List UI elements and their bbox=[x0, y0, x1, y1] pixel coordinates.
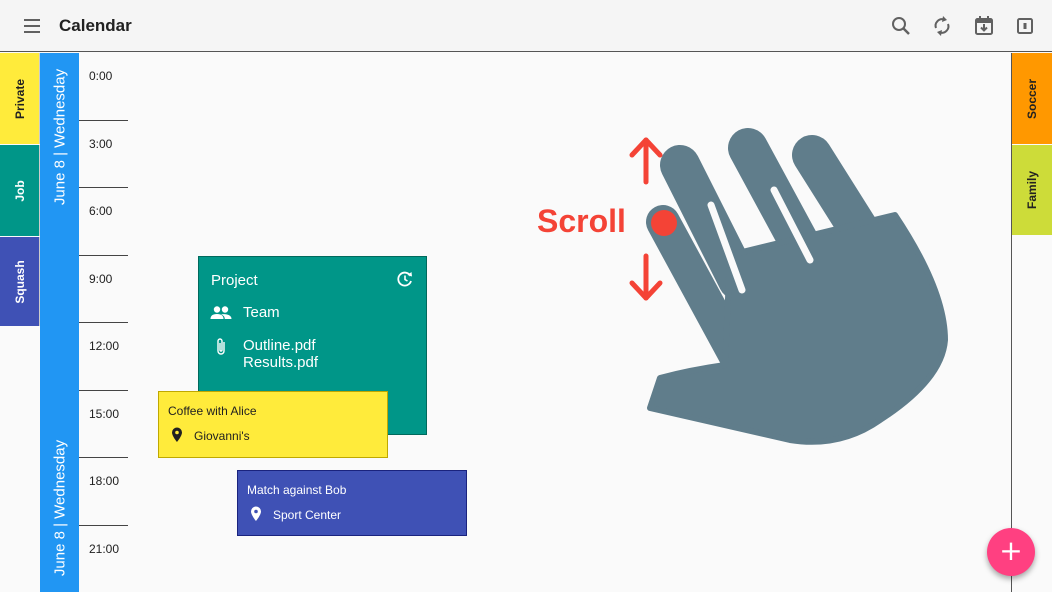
time-label: 9:00 bbox=[89, 272, 113, 286]
calendar-app: Calendar Private Job Squash June 8 | Wed… bbox=[0, 0, 1052, 592]
time-divider bbox=[79, 187, 128, 188]
time-divider bbox=[79, 120, 128, 121]
add-event-button[interactable]: + bbox=[987, 528, 1035, 576]
event-coffee-with-alice[interactable]: Coffee with Alice Giovanni's bbox=[158, 391, 388, 458]
tab-family[interactable]: Family bbox=[1012, 145, 1052, 235]
attachment-icon bbox=[214, 337, 228, 357]
event-title: Match against Bob bbox=[247, 483, 347, 497]
time-label: 15:00 bbox=[89, 407, 120, 421]
tab-private-label: Private bbox=[12, 78, 27, 119]
tab-job[interactable]: Job bbox=[0, 145, 40, 236]
event-title: Coffee with Alice bbox=[168, 404, 257, 418]
time-label: 0:00 bbox=[89, 69, 113, 83]
tab-squash-label: Squash bbox=[12, 259, 27, 304]
time-divider bbox=[79, 457, 128, 458]
event-location: Sport Center bbox=[273, 508, 342, 522]
tab-soccer[interactable]: Soccer bbox=[1012, 53, 1052, 144]
location-pin-icon bbox=[250, 506, 262, 522]
event-match-against-bob[interactable]: Match against Bob Sport Center bbox=[237, 470, 467, 536]
time-divider bbox=[79, 322, 128, 323]
location-pin-icon bbox=[171, 427, 183, 443]
time-divider bbox=[79, 255, 128, 256]
event-attendees: Team bbox=[243, 304, 280, 321]
tab-family-label: Family bbox=[1025, 170, 1039, 210]
recurring-icon bbox=[395, 269, 415, 289]
tab-private[interactable]: Private bbox=[0, 53, 40, 144]
view-day-icon[interactable] bbox=[1013, 14, 1037, 38]
sync-icon[interactable] bbox=[930, 14, 954, 38]
time-divider bbox=[79, 525, 128, 526]
event-title: Project bbox=[211, 272, 258, 289]
time-label: 6:00 bbox=[89, 204, 113, 218]
event-attachment[interactable]: Outline.pdf bbox=[243, 337, 316, 354]
app-title: Calendar bbox=[59, 16, 132, 35]
date-label-bottom: June 8 | Wednesday bbox=[51, 439, 68, 577]
search-icon[interactable] bbox=[889, 14, 913, 38]
event-attachment[interactable]: Results.pdf bbox=[243, 354, 318, 371]
time-label: 21:00 bbox=[89, 542, 120, 556]
calendar-download-icon[interactable] bbox=[972, 14, 996, 38]
menu-icon[interactable] bbox=[20, 14, 46, 38]
time-divider bbox=[79, 390, 128, 391]
tab-job-label: Job bbox=[12, 179, 27, 202]
time-label: 3:00 bbox=[89, 137, 113, 151]
tab-soccer-label: Soccer bbox=[1025, 78, 1039, 119]
date-label-top: June 8 | Wednesday bbox=[51, 68, 68, 206]
tab-squash[interactable]: Squash bbox=[0, 237, 40, 326]
time-label: 12:00 bbox=[89, 339, 120, 353]
plus-icon: + bbox=[999, 534, 1023, 567]
time-column: 0:00 3:00 6:00 9:00 12:00 15:00 18:00 21… bbox=[79, 53, 129, 592]
time-label: 18:00 bbox=[89, 474, 120, 488]
event-location: Giovanni's bbox=[194, 429, 250, 443]
toolbar: Calendar bbox=[0, 0, 1052, 52]
hand-scroll-icon bbox=[629, 128, 948, 445]
gesture-label: Scroll bbox=[537, 203, 626, 239]
people-icon bbox=[210, 305, 232, 321]
date-strip[interactable]: June 8 | Wednesday June 8 | Wednesday bbox=[40, 53, 79, 592]
